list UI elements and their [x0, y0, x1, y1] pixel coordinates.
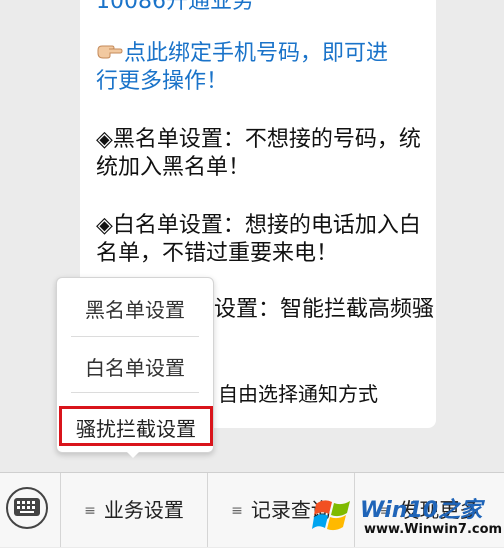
menu-business-settings-label: 业务设置 — [103, 498, 184, 522]
blacklist-desc-1: ◈黑名单设置：不想接的号码，统 — [96, 127, 421, 152]
bind-phone-text-2[interactable]: 行更多操作！ — [96, 68, 228, 96]
whitelist-desc-1: ◈白名单设置：想接的电话加入白 — [96, 213, 421, 238]
blacklist-desc-2: 统加入黑名单！ — [96, 155, 251, 180]
menu-lines-icon: ≡ — [84, 503, 96, 519]
pointing-hand-icon — [96, 40, 124, 68]
popup-menu: 黑名单设置 白名单设置 骚扰拦截设置 — [56, 277, 214, 453]
bind-phone-text-1[interactable]: 点此绑定手机号码，即可进 — [124, 41, 388, 66]
bind-phone-link[interactable]: 点此绑定手机号码，即可进 — [96, 40, 388, 68]
keyboard-icon — [14, 498, 40, 516]
popup-item-blacklist[interactable]: 黑名单设置 — [57, 294, 213, 323]
partial-top-line[interactable]: 10086开通业务 — [96, 0, 254, 16]
watermark-name: Win10之家 — [360, 498, 483, 523]
notify-desc-visible: 自由选择通知方式 — [218, 382, 378, 406]
windows-logo-icon — [312, 500, 350, 531]
watermark: Win10之家 www.Winwin7.com — [312, 492, 504, 546]
keyboard-toggle-button[interactable] — [6, 487, 48, 529]
popup-divider — [71, 392, 199, 393]
popup-item-harass-block[interactable]: 骚扰拦截设置 — [59, 406, 213, 446]
watermark-url: www.Winwin7.com — [364, 522, 503, 537]
whitelist-desc-2: 名单，不错过重要来电！ — [96, 241, 339, 266]
popup-tail — [124, 449, 142, 458]
menu-lines-icon: ≡ — [231, 503, 243, 519]
popup-divider — [71, 336, 199, 337]
popup-item-whitelist[interactable]: 白名单设置 — [57, 352, 213, 381]
harass-desc-visible: 设置：智能拦截高频骚 — [214, 297, 435, 322]
menu-business-settings[interactable]: ≡ 业务设置 — [61, 473, 207, 547]
